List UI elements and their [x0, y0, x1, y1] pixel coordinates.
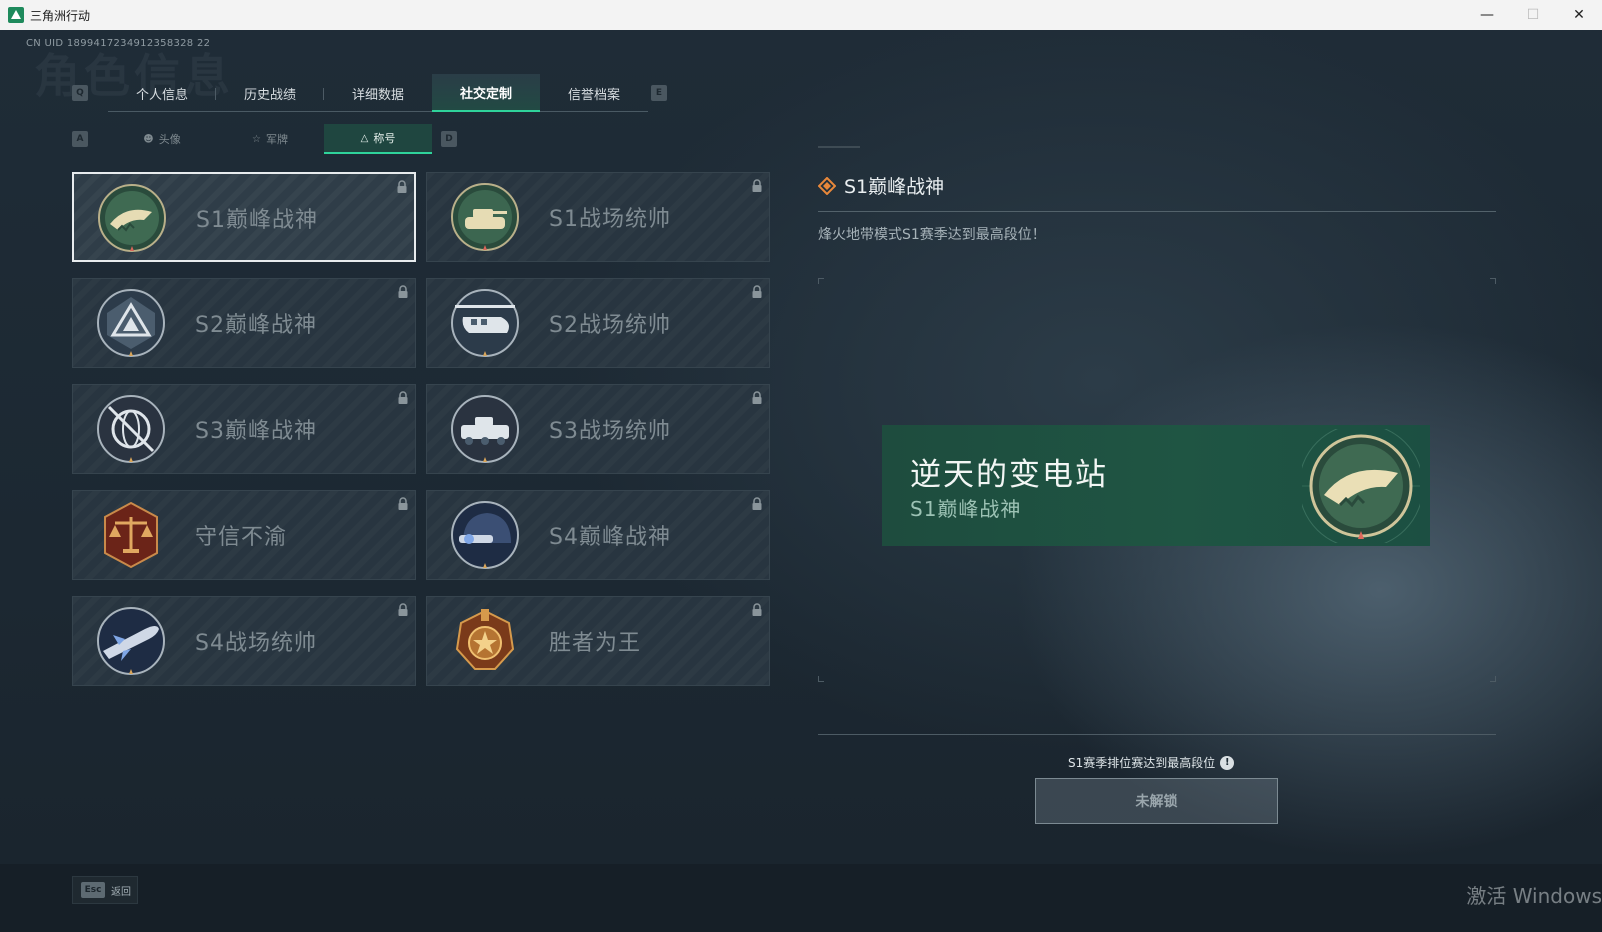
detail-divider: [818, 211, 1496, 212]
tab-label: 详细数据: [351, 87, 404, 103]
subtab-label: 头像: [158, 133, 181, 146]
title-name: S1巅峰战神: [196, 208, 318, 233]
tab-social-custom[interactable]: 社交定制: [432, 74, 540, 112]
title-name: S4巅峰战神: [549, 525, 671, 550]
subtab-label: 军牌: [265, 133, 288, 146]
user-uid: CN UID 1899417234912358328 22: [26, 38, 211, 49]
lock-icon: [752, 391, 762, 404]
preview-title-name: S1巅峰战神: [910, 497, 1022, 521]
title-card[interactable]: S4战场统帅: [72, 596, 416, 686]
lock-icon: [752, 603, 762, 616]
tab-reputation[interactable]: 信誉档案: [540, 74, 648, 112]
detail-description: 烽火地带模式S1赛季达到最高段位！: [818, 227, 1046, 243]
lock-icon: [752, 179, 762, 192]
lock-icon: [397, 180, 407, 193]
lock-icon: [398, 497, 408, 510]
window-title: 三角洲行动: [30, 8, 91, 23]
frame-corner: [818, 676, 824, 682]
tab-personal-info[interactable]: 个人信息: [108, 74, 216, 112]
footer-bar: Esc 返回: [0, 864, 1602, 932]
title-name: S2战场统帅: [549, 313, 671, 338]
prev-subtab-key[interactable]: A: [72, 131, 88, 147]
esc-key: Esc: [81, 882, 105, 898]
pyramid-badge-icon: [97, 289, 165, 357]
minimize-button[interactable]: —: [1464, 0, 1510, 30]
preview-player-name: 逆天的变电站: [910, 457, 1108, 493]
title-card[interactable]: 守信不渝: [72, 490, 416, 580]
title-name: S3巅峰战神: [195, 419, 317, 444]
frame-corner: [818, 278, 824, 284]
window-controls: — ☐ ✕: [1464, 0, 1602, 30]
prev-tab-key[interactable]: Q: [72, 85, 88, 101]
triangle-icon: △: [360, 132, 369, 144]
scales-badge-icon: [104, 501, 158, 569]
title-name: S4战场统帅: [195, 631, 317, 656]
action-divider: [818, 734, 1496, 735]
windows-activation-watermark: 激活 Windows: [1466, 884, 1602, 908]
main-content: 角色信息 CN UID 1899417234912358328 22 Q E 个…: [0, 30, 1602, 932]
frame-corner: [1490, 676, 1496, 682]
frame-corner: [1490, 278, 1496, 284]
locked-button[interactable]: 未解锁: [1035, 778, 1278, 824]
title-card[interactable]: S1巅峰战神: [72, 172, 416, 262]
title-card[interactable]: S3战场统帅: [426, 384, 770, 474]
lock-icon: [398, 285, 408, 298]
diamond-icon: [818, 176, 836, 195]
lock-icon: [398, 391, 408, 404]
tab-label: 历史战绩: [243, 87, 296, 103]
back-label: 返回: [111, 886, 131, 898]
maximize-button[interactable]: ☐: [1510, 0, 1556, 30]
main-tab-bar: 个人信息 历史战绩 详细数据 社交定制 信誉档案: [108, 74, 648, 112]
title-card[interactable]: S3巅峰战神: [72, 384, 416, 474]
window-titlebar: 三角洲行动 — ☐ ✕: [0, 0, 1602, 30]
tab-history[interactable]: 历史战绩: [216, 74, 324, 112]
tank-badge-icon: [451, 183, 519, 251]
subtab-dogtag[interactable]: ☆ 军牌: [216, 124, 324, 154]
unlock-condition: S1赛季排位赛达到最高段位 !: [1068, 754, 1235, 771]
globe-badge-icon: [97, 395, 165, 463]
lock-icon: [752, 497, 762, 510]
subtab-title[interactable]: △ 称号: [324, 124, 432, 154]
helmet-badge-icon: [451, 501, 519, 569]
title-name: S1战场统帅: [549, 207, 671, 232]
crocodile-badge-icon: [1302, 429, 1420, 543]
missile-badge-icon: [97, 607, 165, 675]
back-button[interactable]: Esc 返回: [72, 876, 138, 904]
medal-badge-icon: [455, 609, 515, 670]
tab-detailed-data[interactable]: 详细数据: [324, 74, 432, 112]
title-card[interactable]: S2战场统帅: [426, 278, 770, 368]
tab-label: 个人信息: [135, 87, 188, 103]
title-name: S3战场统帅: [549, 419, 671, 444]
next-subtab-key[interactable]: D: [441, 131, 457, 147]
tab-label: 社交定制: [459, 86, 512, 102]
close-button[interactable]: ✕: [1556, 0, 1602, 30]
armored-vehicle-badge-icon: [451, 395, 519, 463]
detail-title-row: S1巅峰战神: [818, 172, 944, 199]
title-name: 守信不渝: [195, 525, 288, 550]
title-card[interactable]: 胜者为王: [426, 596, 770, 686]
detail-title: S1巅峰战神: [844, 176, 945, 198]
title-card[interactable]: S4巅峰战神: [426, 490, 770, 580]
title-card[interactable]: S2巅峰战神: [72, 278, 416, 368]
title-name: S2巅峰战神: [195, 313, 317, 338]
info-icon[interactable]: !: [1220, 755, 1235, 770]
title-card[interactable]: S1战场统帅: [426, 172, 770, 262]
next-tab-key[interactable]: E: [651, 85, 667, 101]
helicopter-badge-icon: [451, 289, 519, 357]
sub-tab-bar: ☻ 头像 ☆ 军牌 △ 称号: [108, 124, 432, 154]
lock-icon: [398, 603, 408, 616]
person-icon: ☻: [143, 133, 154, 145]
crocodile-badge-icon: [98, 184, 166, 252]
title-name: 胜者为王: [549, 631, 642, 656]
subtab-avatar[interactable]: ☻ 头像: [108, 124, 216, 154]
subtab-label: 称号: [373, 132, 396, 145]
title-preview-banner: 逆天的变电站 S1巅峰战神: [882, 425, 1430, 546]
detail-decoration: [818, 146, 860, 148]
lock-icon: [752, 285, 762, 298]
tab-label: 信誉档案: [567, 87, 620, 103]
unlock-condition-text: S1赛季排位赛达到最高段位: [1068, 756, 1216, 770]
app-logo-icon: [8, 7, 24, 23]
tag-icon: ☆: [252, 133, 261, 145]
